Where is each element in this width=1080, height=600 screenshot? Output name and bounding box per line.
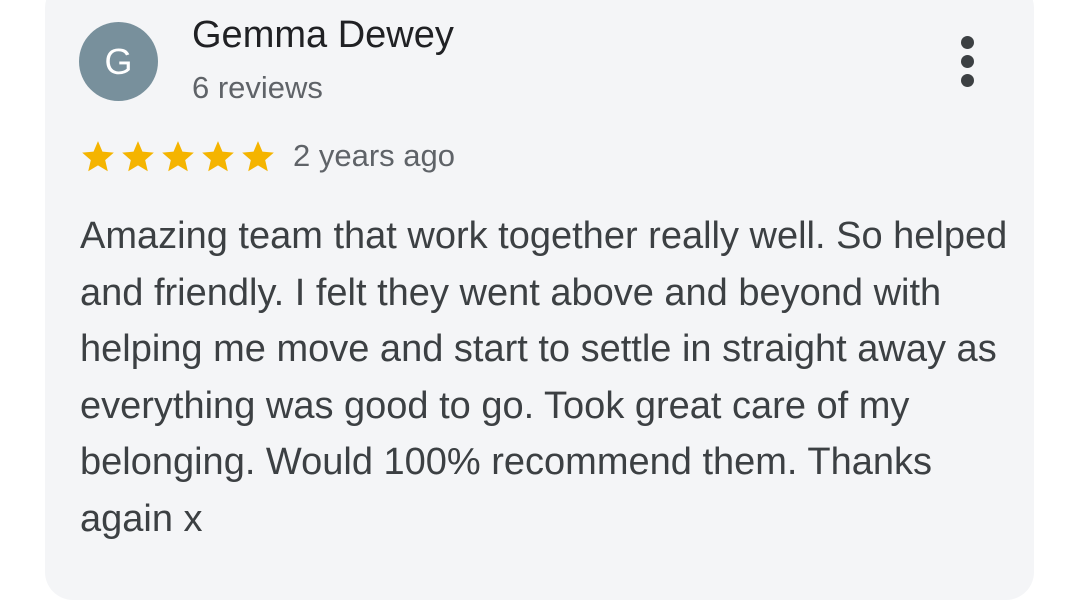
star-icon — [202, 141, 234, 172]
star-icon — [122, 141, 154, 172]
star-icon — [82, 141, 114, 172]
avatar[interactable]: G — [79, 22, 158, 101]
more-options-button[interactable] — [948, 36, 988, 88]
review-count[interactable]: 6 reviews — [192, 70, 323, 106]
review-date: 2 years ago — [293, 138, 455, 173]
author-name[interactable]: Gemma Dewey — [192, 14, 454, 57]
star-rating — [78, 138, 278, 176]
star-icon — [242, 141, 274, 172]
star-icon — [162, 141, 194, 172]
review-text: Amazing team that work together really w… — [80, 215, 1008, 540]
